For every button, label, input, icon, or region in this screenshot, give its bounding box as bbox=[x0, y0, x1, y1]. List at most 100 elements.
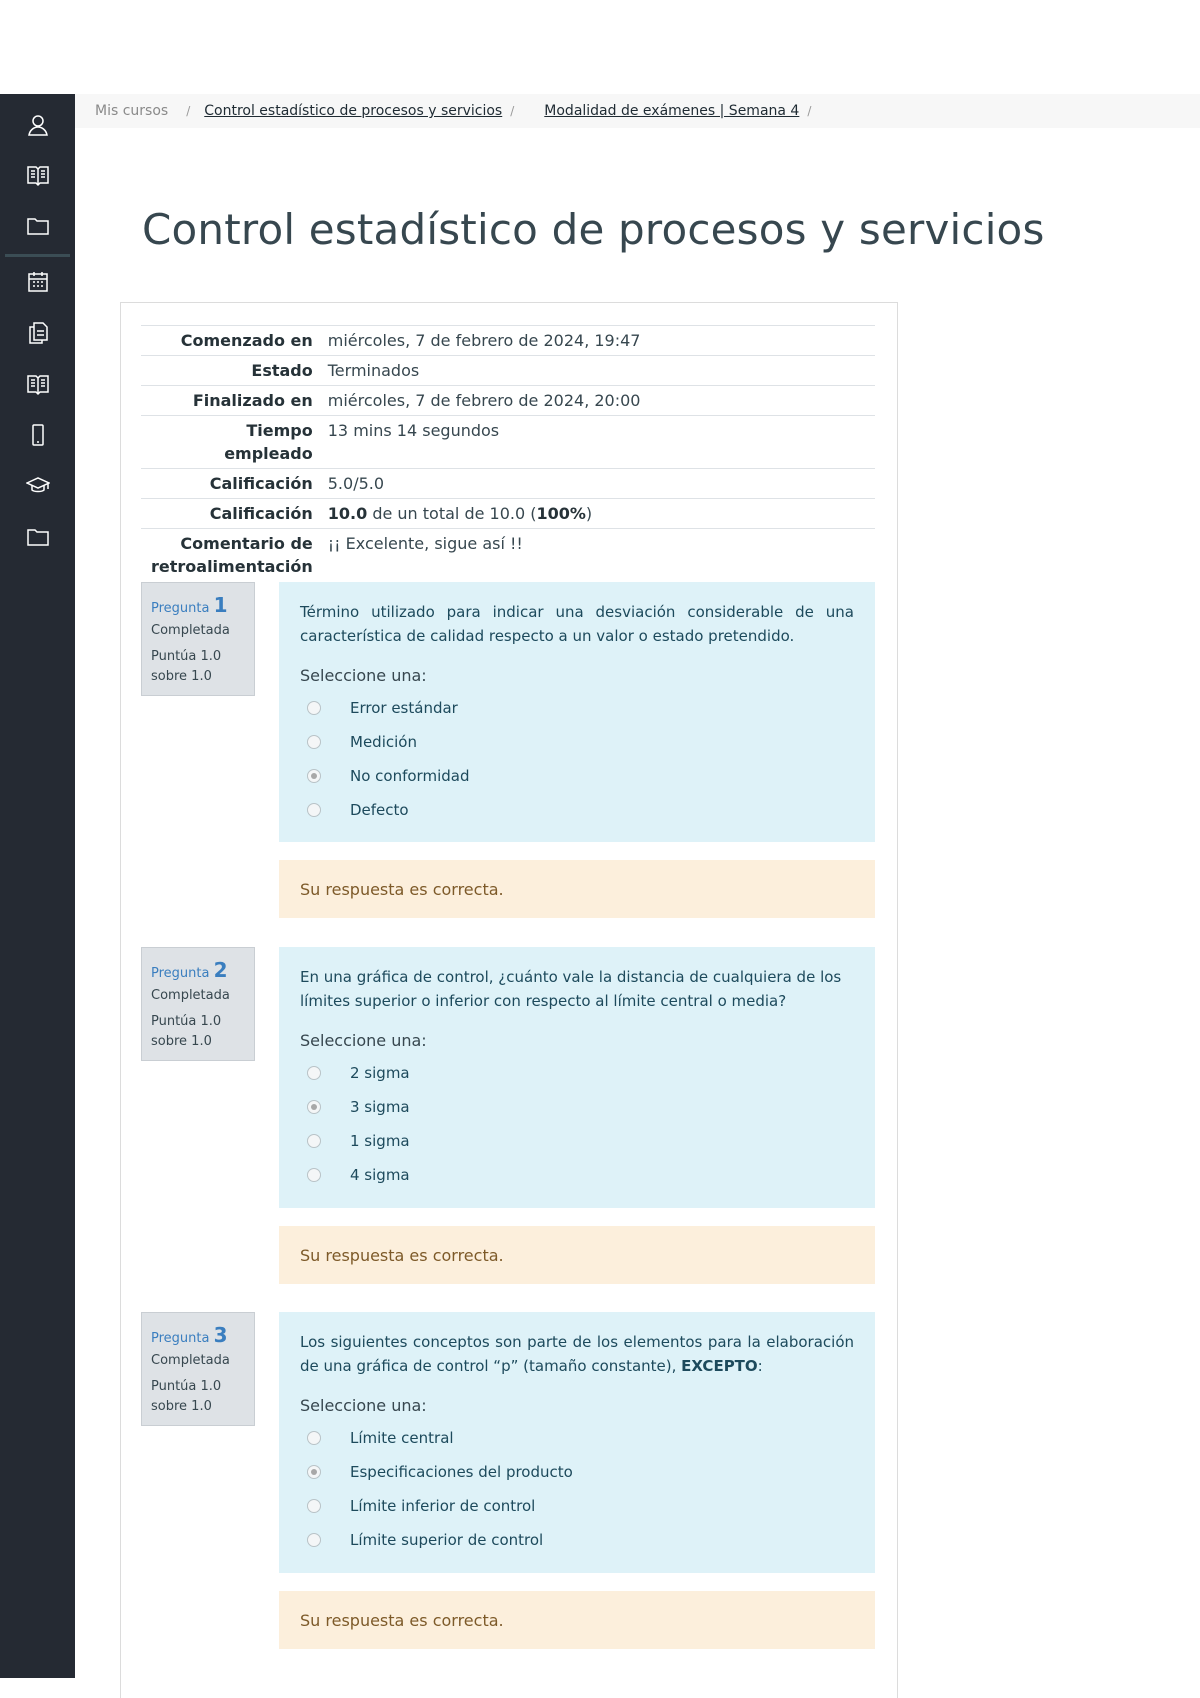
grade-total-text: de un total de 10.0 ( bbox=[367, 504, 537, 523]
folder-icon[interactable] bbox=[25, 213, 51, 239]
answer-option[interactable]: Límite superior de control bbox=[300, 1523, 854, 1557]
question-grade: Puntúa 1.0 sobre 1.0 bbox=[151, 649, 222, 684]
radio-button[interactable] bbox=[307, 1499, 321, 1513]
answer-option[interactable]: Defecto bbox=[300, 793, 854, 827]
answer-label: Límite superior de control bbox=[350, 1531, 544, 1549]
radio-button[interactable] bbox=[307, 1533, 321, 1547]
answer-option[interactable]: 1 sigma bbox=[300, 1124, 854, 1158]
answer-label: Límite central bbox=[350, 1429, 454, 1447]
graduation-cap-icon[interactable] bbox=[25, 473, 51, 499]
radio-button[interactable] bbox=[307, 701, 321, 715]
answer-option[interactable]: 2 sigma bbox=[300, 1056, 854, 1090]
answer-label: Especificaciones del producto bbox=[350, 1463, 573, 1481]
radio-button-checked[interactable] bbox=[307, 1465, 321, 1479]
breadcrumb-item-section[interactable]: Modalidad de exámenes | Semana 4 bbox=[544, 103, 799, 119]
question-text-emphasis: EXCEPTO bbox=[681, 1357, 758, 1375]
folder-icon[interactable] bbox=[25, 524, 51, 550]
question-text: Los siguientes conceptos son parte de lo… bbox=[300, 1330, 854, 1378]
summary-row-marks: Calificación 5.0/5.0 bbox=[141, 468, 875, 499]
breadcrumb-separator: / bbox=[807, 104, 812, 118]
radio-button[interactable] bbox=[307, 735, 321, 749]
summary-row-feedback: Comentario de retroalimentación ¡¡ Excel… bbox=[141, 528, 875, 582]
radio-button[interactable] bbox=[307, 1066, 321, 1080]
files-icon[interactable] bbox=[25, 320, 51, 346]
calendar-icon[interactable] bbox=[25, 269, 51, 295]
summary-value: 13 mins 14 segundos bbox=[327, 421, 500, 440]
summary-label: Comenzado en bbox=[180, 331, 313, 350]
summary-label: Calificación bbox=[209, 504, 313, 523]
question-info-2: Pregunta 2 Completada Puntúa 1.0 sobre 1… bbox=[141, 947, 255, 1061]
question-feedback-2: Su respuesta es correcta. bbox=[279, 1226, 875, 1284]
radio-button-checked[interactable] bbox=[307, 1100, 321, 1114]
summary-label: Comentario de retroalimentación bbox=[151, 534, 313, 576]
question-state: Completada bbox=[151, 988, 230, 1003]
answer-label: Error estándar bbox=[350, 699, 458, 717]
question-number: 1 bbox=[213, 593, 228, 617]
sidebar-divider bbox=[5, 254, 70, 257]
summary-value: 5.0/5.0 bbox=[327, 474, 385, 493]
question-state: Completada bbox=[151, 623, 230, 638]
answer-label: Defecto bbox=[350, 801, 409, 819]
radio-button[interactable] bbox=[307, 1168, 321, 1182]
user-icon[interactable] bbox=[25, 112, 51, 138]
answer-label: 1 sigma bbox=[350, 1132, 410, 1150]
radio-button-checked[interactable] bbox=[307, 769, 321, 783]
question-state: Completada bbox=[151, 1353, 230, 1368]
summary-value: ¡¡ Excelente, sigue así !! bbox=[327, 534, 523, 553]
summary-label: Calificación bbox=[209, 474, 313, 493]
question-content-1: Término utilizado para indicar una desvi… bbox=[279, 582, 875, 842]
book-icon[interactable] bbox=[25, 371, 51, 397]
question-number: 2 bbox=[213, 958, 228, 982]
answer-options: Límite central Especificaciones del prod… bbox=[300, 1421, 854, 1557]
answer-option[interactable]: Límite inferior de control bbox=[300, 1489, 854, 1523]
question-prompt: Seleccione una: bbox=[300, 1031, 427, 1050]
answer-options: Error estándar Medición No conformidad D… bbox=[300, 691, 854, 827]
summary-row-started: Comenzado en miércoles, 7 de febrero de … bbox=[141, 325, 875, 356]
answer-option[interactable]: Medición bbox=[300, 725, 854, 759]
answer-label: No conformidad bbox=[350, 767, 470, 785]
question-label: Pregunta bbox=[151, 966, 210, 981]
grade-close-paren: ) bbox=[585, 504, 593, 523]
radio-button[interactable] bbox=[307, 803, 321, 817]
answer-option-selected[interactable]: No conformidad bbox=[300, 759, 854, 793]
summary-value: Terminados bbox=[327, 361, 420, 380]
book-icon[interactable] bbox=[25, 162, 51, 188]
breadcrumb-item-course[interactable]: Control estadístico de procesos y servic… bbox=[204, 103, 502, 119]
question-grade: Puntúa 1.0 sobre 1.0 bbox=[151, 1014, 222, 1049]
summary-label: Tiempo empleado bbox=[224, 421, 313, 463]
breadcrumb-item-my-courses[interactable]: Mis cursos bbox=[95, 103, 168, 119]
question-label: Pregunta bbox=[151, 601, 210, 616]
question-grade: Puntúa 1.0 sobre 1.0 bbox=[151, 1379, 222, 1414]
radio-button[interactable] bbox=[307, 1431, 321, 1445]
question-text: En una gráfica de control, ¿cuánto vale … bbox=[300, 968, 842, 1010]
sidebar bbox=[0, 94, 75, 1678]
grade-score: 10.0 bbox=[327, 504, 368, 523]
answer-option[interactable]: 4 sigma bbox=[300, 1158, 854, 1192]
answer-label: 2 sigma bbox=[350, 1064, 410, 1082]
question-info-3: Pregunta 3 Completada Puntúa 1.0 sobre 1… bbox=[141, 1312, 255, 1426]
summary-row-time-taken: Tiempo empleado 13 mins 14 segundos bbox=[141, 415, 875, 469]
question-prompt: Seleccione una: bbox=[300, 666, 427, 685]
summary-row-grade: Calificación 10.0 de un total de 10.0 (1… bbox=[141, 498, 875, 529]
summary-value: 10.0 de un total de 10.0 (100%) bbox=[328, 499, 875, 529]
question-info-1: Pregunta 1 Completada Puntúa 1.0 sobre 1… bbox=[141, 582, 255, 696]
answer-option[interactable]: Límite central bbox=[300, 1421, 854, 1455]
question-content-2: En una gráfica de control, ¿cuánto vale … bbox=[279, 947, 875, 1208]
question-label: Pregunta bbox=[151, 1331, 210, 1346]
summary-value: miércoles, 7 de febrero de 2024, 20:00 bbox=[327, 391, 641, 410]
answer-option-selected[interactable]: Especificaciones del producto bbox=[300, 1455, 854, 1489]
summary-row-state: Estado Terminados bbox=[141, 355, 875, 386]
attempt-summary-table: Comenzado en miércoles, 7 de febrero de … bbox=[141, 325, 875, 581]
summary-value: miércoles, 7 de febrero de 2024, 19:47 bbox=[327, 331, 641, 350]
breadcrumb: Mis cursos / Control estadístico de proc… bbox=[75, 94, 1200, 128]
answer-option-selected[interactable]: 3 sigma bbox=[300, 1090, 854, 1124]
question-content-3: Los siguientes conceptos son parte de lo… bbox=[279, 1312, 875, 1573]
question-text: Término utilizado para indicar una desvi… bbox=[300, 603, 854, 645]
question-prompt: Seleccione una: bbox=[300, 1396, 427, 1415]
answer-option[interactable]: Error estándar bbox=[300, 691, 854, 725]
breadcrumb-separator: / bbox=[186, 104, 191, 118]
page-title: Control estadístico de procesos y servic… bbox=[142, 205, 1045, 254]
radio-button[interactable] bbox=[307, 1134, 321, 1148]
summary-row-finished: Finalizado en miércoles, 7 de febrero de… bbox=[141, 385, 875, 416]
mobile-icon[interactable] bbox=[25, 422, 51, 448]
